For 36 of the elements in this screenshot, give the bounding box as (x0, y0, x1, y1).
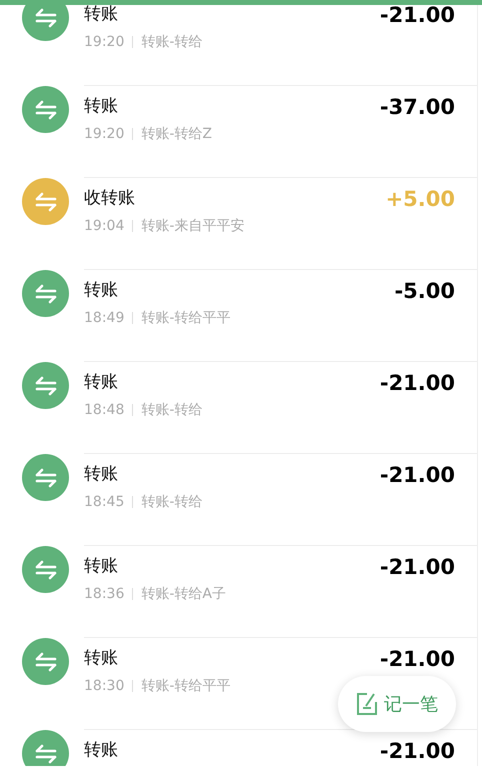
transaction-time: 19:20 (84, 125, 124, 144)
transaction-detail: 转账-转给 (141, 493, 202, 512)
transaction-detail: 转账-转给平平 (141, 309, 230, 328)
transaction-time: 18:36 (84, 585, 124, 604)
transaction-amount: -21.00 (380, 738, 455, 764)
transaction-amount: -21.00 (380, 462, 455, 488)
transaction-time: 19:04 (84, 217, 124, 236)
transaction-amount: -21.00 (380, 370, 455, 396)
transaction-title: 转账 (84, 463, 119, 486)
transaction-title: 转账 (84, 555, 119, 578)
transaction-time: 18:30 (84, 677, 124, 696)
transaction-time: 18:49 (84, 309, 124, 328)
transaction-title: 转账 (84, 647, 119, 670)
transaction-detail: 转账-转给 (141, 33, 202, 52)
transaction-amount: -21.00 (380, 554, 455, 580)
add-record-button[interactable]: 记一笔 (338, 676, 456, 732)
transaction-title: 收转账 (84, 187, 136, 210)
transaction-amount: -21.00 (380, 2, 455, 28)
transaction-amount: -21.00 (380, 646, 455, 672)
transaction-amount: -5.00 (394, 278, 455, 304)
transaction-detail: 转账-转给 (141, 401, 202, 420)
transaction-amount: +5.00 (386, 186, 455, 212)
transaction-time: 18:48 (84, 401, 124, 420)
transaction-title: 转账 (84, 95, 119, 118)
edit-icon (356, 692, 378, 716)
transaction-detail: 转账-来自平平安 (141, 217, 244, 236)
transaction-amount: -37.00 (380, 94, 455, 120)
transaction-detail: 转账-转给Z (141, 125, 212, 144)
transaction-title: 转账 (84, 279, 119, 302)
transaction-detail: 转账-转给A子 (141, 585, 226, 604)
transaction-title: 转账 (84, 739, 119, 762)
transaction-detail: 转账-转给平平 (141, 677, 230, 696)
transaction-title: 转账 (84, 371, 119, 394)
transaction-title: 转账 (84, 3, 119, 26)
transaction-time: 19:20 (84, 33, 124, 52)
transaction-time: 18:45 (84, 493, 124, 512)
